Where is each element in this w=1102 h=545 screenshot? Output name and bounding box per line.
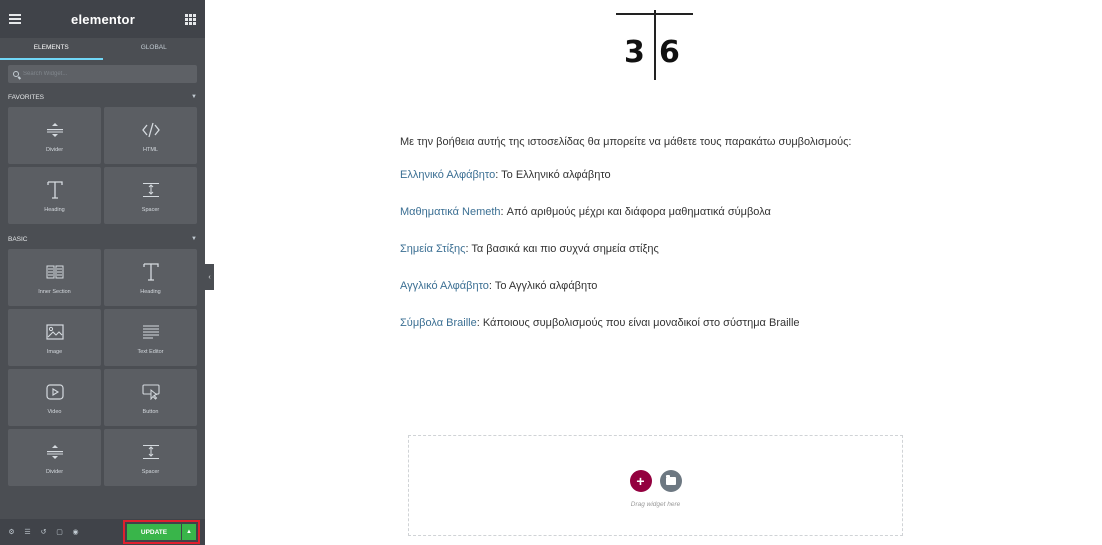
widget-label: Divider (45, 468, 64, 475)
list-item: Ελληνικό Αλφάβητο: Το Ελληνικό αλφάβητο (400, 166, 900, 185)
text-editor-icon (142, 321, 160, 343)
search-widget-input[interactable] (23, 71, 173, 77)
link-punctuation[interactable]: Σημεία Στίξης (400, 243, 465, 255)
heading-icon (142, 261, 159, 283)
video-icon (45, 381, 64, 403)
dropzone-buttons: + (629, 469, 682, 492)
widget-label: Spacer (141, 206, 160, 213)
widget-label: Text Editor (137, 348, 164, 355)
widget-button[interactable]: Button (104, 369, 197, 426)
intro-paragraph: Με την βοήθεια αυτής της ιστοσελίδας θα … (400, 136, 852, 148)
widget-label: Image (46, 348, 63, 355)
category-title: BASIC (8, 235, 28, 243)
widget-heading[interactable]: Heading (8, 167, 101, 224)
widget-divider[interactable]: Divider (8, 429, 101, 486)
add-template-button[interactable] (659, 469, 682, 492)
item-description: : Κάποιους συμβολισμούς που είναι μοναδι… (476, 317, 800, 329)
navigator-icon[interactable]: ☰ (21, 526, 34, 539)
settings-icon[interactable]: ⚙ (5, 526, 18, 539)
widget-label: Spacer (141, 468, 160, 475)
site-logo: 3 6 (616, 10, 693, 80)
elementor-logo: elementor (71, 11, 135, 27)
divider-icon (46, 119, 64, 141)
basic-widget-grid: Inner Section Heading Image Text Editor (0, 249, 205, 486)
widget-label: Inner Section (38, 288, 71, 295)
spacer-icon (142, 179, 160, 201)
category-favorites-header[interactable]: FAVORITES ▼ (0, 87, 205, 107)
panel-footer: ⚙ ☰ ↺ ▢ ◉ UPDATE ▲ (0, 519, 205, 545)
code-icon (141, 119, 161, 141)
widgets-grid-icon[interactable] (185, 13, 196, 25)
search-box (8, 65, 197, 83)
list-item: Αγγλικό Αλφάβητο: Το Αγγλικό αλφάβητο (400, 277, 900, 296)
editor-root: elementor ELEMENTS GLOBAL FAVORITES ▼ Di… (0, 0, 1102, 545)
link-braille-symbols[interactable]: Σύμβολα Braille (400, 317, 477, 329)
item-description: : Από αριθμούς μέχρι και διάφορα μαθηματ… (500, 206, 771, 218)
logo-digit-left: 3 (624, 35, 645, 70)
chevron-up-icon[interactable]: ▲ (182, 524, 196, 540)
widget-label: Heading (140, 288, 161, 295)
collapse-panel-toggle[interactable]: ‹ (205, 264, 214, 290)
widget-spacer[interactable]: Spacer (104, 429, 197, 486)
widget-label: Heading (44, 206, 65, 213)
button-icon (141, 381, 160, 403)
update-highlight: UPDATE ▲ (123, 520, 200, 544)
dropzone-hint: Drag widget here (630, 500, 681, 508)
menu-icon[interactable] (9, 14, 21, 24)
update-button[interactable]: UPDATE (127, 524, 181, 540)
list-item: Σημεία Στίξης: Τα βασικά και πιο συχνά σ… (400, 240, 900, 259)
category-basic-header[interactable]: BASIC ▼ (0, 229, 205, 249)
heading-icon (46, 179, 63, 201)
widget-label: HTML (143, 146, 158, 153)
widget-inner-section[interactable]: Inner Section (8, 249, 101, 306)
history-icon[interactable]: ↺ (37, 526, 50, 539)
link-greek-alphabet[interactable]: Ελληνικό Αλφάβητο (400, 169, 495, 181)
divider-icon (46, 441, 64, 463)
widget-label: Divider (45, 146, 64, 153)
link-nemeth-math[interactable]: Μαθηματικά Nemeth (400, 206, 501, 218)
columns-icon (46, 261, 64, 283)
list-item: Σύμβολα Braille: Κάποιους συμβολισμούς π… (400, 314, 900, 333)
widget-heading[interactable]: Heading (104, 249, 197, 306)
logo-vertical-line (654, 10, 656, 80)
widget-text-editor[interactable]: Text Editor (104, 309, 197, 366)
widget-video[interactable]: Video (8, 369, 101, 426)
chevron-down-icon: ▼ (191, 236, 197, 242)
add-section-dropzone[interactable]: + Drag widget here (408, 435, 903, 536)
search-icon (13, 71, 19, 77)
widget-image[interactable]: Image (8, 309, 101, 366)
widget-label: Video (47, 408, 62, 415)
panel-tabs: ELEMENTS GLOBAL (0, 38, 205, 60)
tab-global[interactable]: GLOBAL (103, 38, 206, 60)
widget-divider[interactable]: Divider (8, 107, 101, 164)
item-description: : Το Ελληνικό αλφάβητο (495, 169, 611, 181)
widget-spacer[interactable]: Spacer (104, 167, 197, 224)
add-section-button[interactable]: + (629, 469, 652, 492)
responsive-icon[interactable]: ▢ (53, 526, 66, 539)
logo-digit-right: 6 (659, 35, 680, 70)
elementor-panel: elementor ELEMENTS GLOBAL FAVORITES ▼ Di… (0, 0, 205, 545)
spacer-icon (142, 441, 160, 463)
tab-elements[interactable]: ELEMENTS (0, 38, 103, 60)
item-description: : Το Αγγλικό αλφάβητο (488, 280, 598, 292)
image-icon (45, 321, 64, 343)
page-text: Με την βοήθεια αυτής της ιστοσελίδας θα … (400, 133, 900, 351)
list-item: Μαθηματικά Nemeth: Από αριθμούς μέχρι κα… (400, 203, 900, 222)
widget-html[interactable]: HTML (104, 107, 197, 164)
folder-icon (665, 474, 676, 485)
link-english-alphabet[interactable]: Αγγλικό Αλφάβητο (400, 280, 489, 292)
panel-header: elementor (0, 0, 205, 38)
favorites-widget-grid: Divider HTML Heading Spacer (0, 107, 205, 224)
chevron-down-icon: ▼ (191, 94, 197, 100)
item-description: : Τα βασικά και πιο συχνά σημεία στίξης (465, 243, 659, 255)
category-title: FAVORITES (8, 93, 44, 101)
preview-icon[interactable]: ◉ (69, 526, 82, 539)
widget-label: Button (142, 408, 159, 415)
